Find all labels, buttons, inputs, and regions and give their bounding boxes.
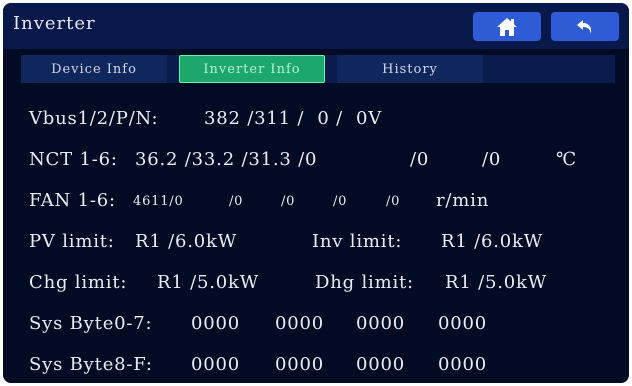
nct-row: NCT 1-6: 36.2 /33.2 /31.3 /0 /0 /0 ℃ xyxy=(29,145,609,175)
pv-limit-label: PV limit: xyxy=(29,231,115,252)
dhg-limit-label: Dhg limit: xyxy=(315,272,414,293)
vbus-value: 382 /311 / 0 / 0V xyxy=(204,108,383,129)
home-button[interactable] xyxy=(473,12,541,41)
sys-byte-8-f-value-1: 0000 xyxy=(191,354,241,375)
fan-value-3: /0 xyxy=(281,194,296,209)
sys-byte-0-7-row: Sys Byte0-7: 0000 0000 0000 0000 xyxy=(29,309,609,339)
tab-history[interactable]: History xyxy=(337,55,483,83)
chg-limit-label: Chg limit: xyxy=(29,272,128,293)
fan-row: FAN 1-6: 4611/0 /0 /0 /0 /0 r/min xyxy=(29,186,609,216)
inv-limit-value: R1 /6.0kW xyxy=(441,231,544,252)
sys-byte-0-7-value-3: 0000 xyxy=(356,313,406,334)
nct-value-5: /0 xyxy=(410,149,430,170)
tab-bar: Device Info Inverter Info History xyxy=(21,55,615,83)
sys-byte-8-f-value-4: 0000 xyxy=(438,354,488,375)
vbus-row: Vbus1/2/P/N: 382 /311 / 0 / 0V xyxy=(29,104,609,134)
sys-byte-8-f-value-3: 0000 xyxy=(356,354,406,375)
sys-byte-8-f-row: Sys Byte8-F: 0000 0000 0000 0000 xyxy=(29,350,609,380)
nct-label: NCT 1-6: xyxy=(29,149,118,170)
nct-value-6: /0 xyxy=(482,149,502,170)
chg-limit-value: R1 /5.0kW xyxy=(157,272,260,293)
fan-value-4: /0 xyxy=(333,194,348,209)
sys-byte-8-f-label: Sys Byte8-F: xyxy=(29,354,153,375)
back-button[interactable] xyxy=(551,12,619,41)
dhg-limit-value: R1 /5.0kW xyxy=(445,272,548,293)
fan-value-5: /0 xyxy=(386,194,401,209)
pv-limit-value: R1 /6.0kW xyxy=(135,231,238,252)
home-icon xyxy=(497,17,517,36)
tab-device-info[interactable]: Device Info xyxy=(21,55,167,83)
fan-unit: r/min xyxy=(436,190,490,211)
inverter-screen: Inverter Device Info Inverter Info Histo… xyxy=(3,3,629,383)
sys-byte-0-7-label: Sys Byte0-7: xyxy=(29,313,153,334)
header-bar: Inverter xyxy=(3,3,629,49)
sys-byte-8-f-value-2: 0000 xyxy=(275,354,325,375)
fan-value-2: /0 xyxy=(229,194,244,209)
nct-value-1-4: 36.2 /33.2 /31.3 /0 xyxy=(135,149,318,170)
back-arrow-icon xyxy=(577,19,592,34)
chg-dhg-limit-row: Chg limit: R1 /5.0kW Dhg limit: R1 /5.0k… xyxy=(29,268,609,298)
fan-label: FAN 1-6: xyxy=(29,190,116,211)
fan-value-1: 4611/0 xyxy=(133,194,184,209)
pv-inv-limit-row: PV limit: R1 /6.0kW Inv limit: R1 /6.0kW xyxy=(29,227,609,257)
page-title: Inverter xyxy=(13,13,96,34)
nct-unit: ℃ xyxy=(556,149,577,170)
sys-byte-0-7-value-4: 0000 xyxy=(438,313,488,334)
sys-byte-0-7-value-2: 0000 xyxy=(275,313,325,334)
inv-limit-label: Inv limit: xyxy=(312,231,403,252)
vbus-label: Vbus1/2/P/N: xyxy=(29,108,159,129)
sys-byte-0-7-value-1: 0000 xyxy=(191,313,241,334)
tab-inverter-info[interactable]: Inverter Info xyxy=(179,55,325,83)
